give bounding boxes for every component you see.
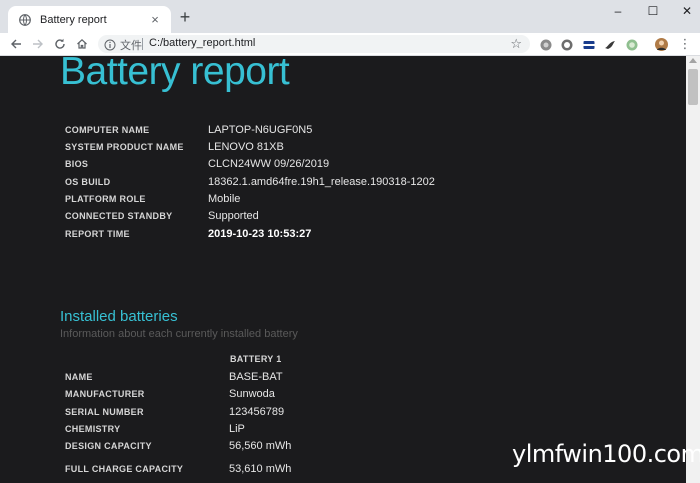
info-key: SYSTEM PRODUCT NAME — [65, 142, 184, 152]
battery-value: 56,560 mWh — [229, 440, 292, 452]
browser-toolbar: 文件 C:/battery_report.html ☆ ⋮ — [0, 33, 700, 56]
info-key: OS BUILD — [65, 177, 111, 187]
battery-column-header: BATTERY 1 — [230, 354, 282, 364]
url-text[interactable]: C:/battery_report.html — [149, 37, 255, 49]
close-window-button[interactable]: ✕ — [672, 2, 700, 20]
page-title: Battery report — [60, 56, 290, 93]
battery-value: Sunwoda — [229, 388, 275, 400]
scroll-up-arrow-icon[interactable] — [689, 58, 697, 63]
forward-arrow-icon[interactable] — [30, 36, 46, 52]
extension-icon[interactable] — [561, 38, 573, 51]
battery-value: BASE-BAT — [229, 371, 283, 383]
info-icon[interactable] — [104, 38, 116, 51]
minimize-button[interactable]: – — [603, 2, 633, 20]
info-value: Supported — [208, 210, 259, 222]
info-value: 18362.1.amd64fre.19h1_release.190318-120… — [208, 176, 435, 188]
info-key: REPORT TIME — [65, 229, 130, 239]
battery-key: SERIAL NUMBER — [65, 407, 144, 417]
battery-key: CHEMISTRY — [65, 424, 121, 434]
back-arrow-icon[interactable] — [8, 36, 24, 52]
battery-value: 53,610 mWh — [229, 463, 292, 475]
maximize-button[interactable]: ☐ — [638, 2, 668, 20]
tab-title: Battery report — [40, 13, 107, 26]
section-heading: Installed batteries — [60, 308, 178, 325]
omnibox-divider — [142, 38, 143, 50]
file-scheme-label: 文件 — [120, 40, 142, 52]
menu-icon[interactable]: ⋮ — [677, 36, 693, 52]
reload-icon[interactable] — [52, 36, 68, 52]
info-value: LENOVO 81XB — [208, 141, 284, 153]
info-value: Mobile — [208, 193, 241, 205]
battery-key: NAME — [65, 372, 93, 382]
close-tab-icon[interactable]: × — [147, 12, 163, 28]
info-key: CONNECTED STANDBY — [65, 211, 173, 221]
vertical-scrollbar[interactable] — [686, 56, 700, 483]
tab-battery-report[interactable]: Battery report × — [8, 6, 171, 33]
new-tab-button[interactable]: + — [176, 8, 194, 26]
battery-key: DESIGN CAPACITY — [65, 441, 152, 451]
extension-icon[interactable] — [626, 38, 638, 51]
bookmark-star-icon[interactable]: ☆ — [510, 36, 522, 52]
extension-icon[interactable] — [540, 38, 552, 51]
info-key: PLATFORM ROLE — [65, 194, 146, 204]
info-value: LAPTOP-N6UGF0N5 — [208, 124, 313, 136]
battery-key: FULL CHARGE CAPACITY — [65, 464, 184, 474]
info-key: BIOS — [65, 159, 89, 169]
info-value: CLCN24WW 09/26/2019 — [208, 158, 330, 170]
info-key: COMPUTER NAME — [65, 125, 150, 135]
battery-value: 123456789 — [229, 406, 285, 418]
battery-report-page: Battery report COMPUTER NAME LAPTOP-N6UG… — [0, 56, 686, 483]
battery-value: LiP — [229, 423, 245, 435]
extension-icon[interactable] — [604, 38, 616, 50]
watermark: ylmfwin100.com — [512, 440, 700, 468]
section-subheading: Information about each currently install… — [60, 328, 298, 340]
info-value: 2019-10-23 10:53:27 — [208, 228, 312, 240]
home-icon[interactable] — [74, 36, 90, 52]
tab-strip: Battery report × + – ☐ ✕ — [0, 0, 700, 33]
battery-key: MANUFACTURER — [65, 389, 145, 399]
extension-icon[interactable] — [583, 38, 595, 50]
avatar[interactable] — [655, 38, 668, 51]
globe-icon — [17, 12, 33, 28]
scrollbar-thumb[interactable] — [688, 69, 698, 105]
address-bar[interactable]: 文件 C:/battery_report.html ☆ — [98, 35, 530, 53]
